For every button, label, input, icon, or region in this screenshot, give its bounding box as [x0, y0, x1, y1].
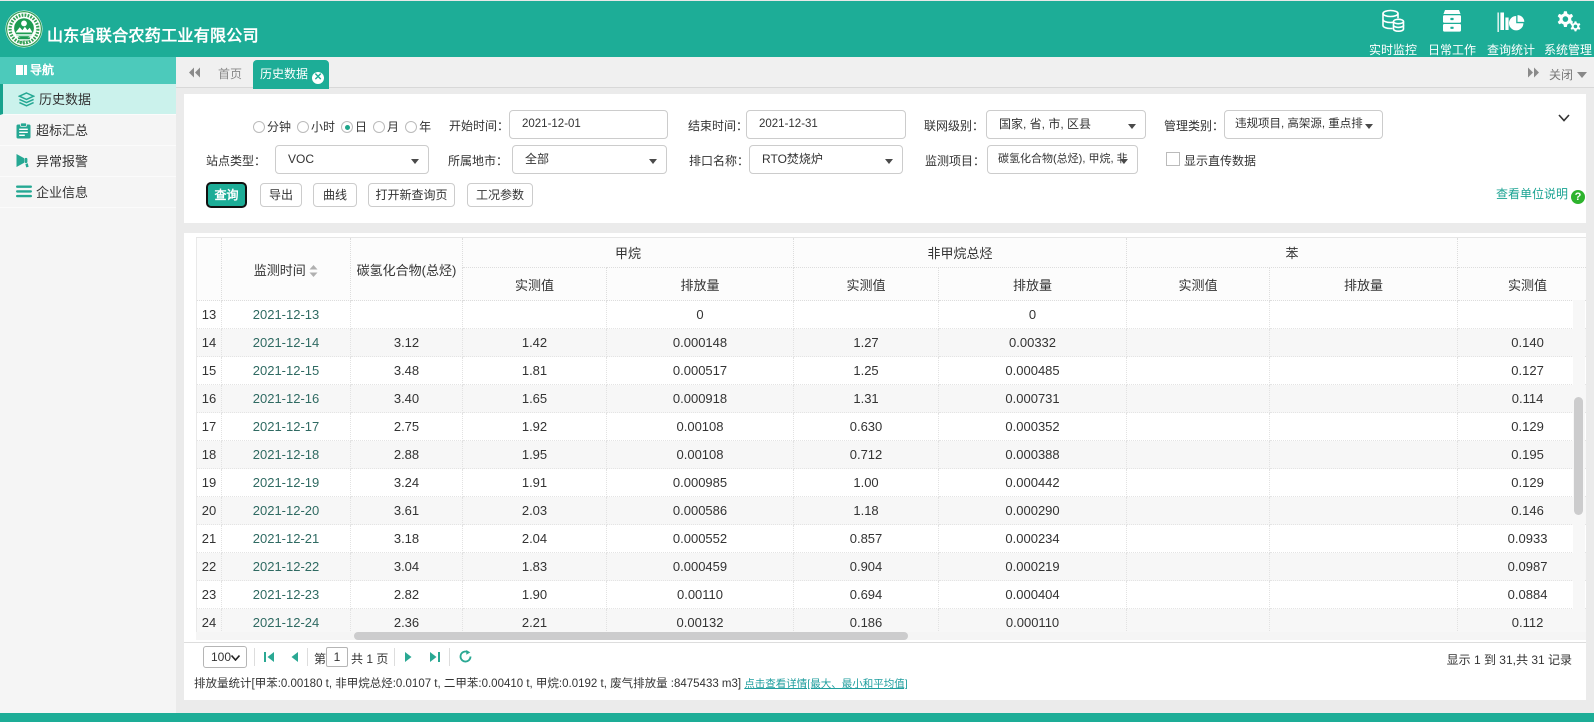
- svg-text:MEE: MEE: [19, 39, 29, 44]
